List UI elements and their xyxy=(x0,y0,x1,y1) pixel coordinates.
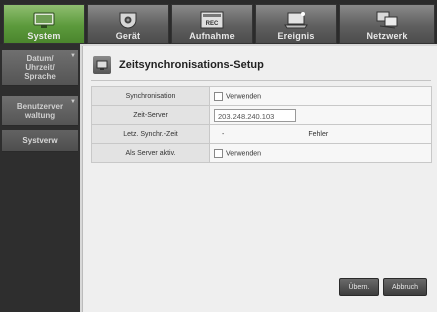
time-server-cell: 203.248.240.103 xyxy=(209,105,432,125)
row-label: Als Server aktiv. xyxy=(91,143,210,163)
sidebar-item-label: Benutzerver waltung xyxy=(16,101,64,120)
cancel-button[interactable]: Abbruch xyxy=(383,278,427,296)
server-active-checkbox-cell[interactable]: Verwenden xyxy=(209,143,432,163)
submenu-marker-icon: ▼ xyxy=(70,53,76,59)
settings-table: Synchronisation Verwenden Zeit-Server 20… xyxy=(91,86,432,163)
content-panel: Zeitsynchronisations-Setup Synchronisati… xyxy=(82,46,437,312)
sync-status-text: Fehler xyxy=(308,130,329,138)
tab-event[interactable]: Ereignis xyxy=(255,4,337,44)
checkbox-label: Verwenden xyxy=(226,92,262,100)
settings-panel-icon xyxy=(93,56,111,74)
sync-checkbox-cell[interactable]: Verwenden xyxy=(209,86,432,106)
table-row: Letz. Synchr.-Zeit - Fehler xyxy=(91,124,432,144)
last-sync-value: - xyxy=(222,130,225,138)
left-sidebar: ▼ Datum/ Uhrzeit/ Sprache ▼ Benutzerver … xyxy=(0,44,80,312)
tab-label: Gerät xyxy=(115,31,141,41)
last-sync-cell: - Fehler xyxy=(209,124,432,144)
table-row: Zeit-Server 203.248.240.103 xyxy=(91,105,432,125)
panel-header: Zeitsynchronisations-Setup xyxy=(93,56,264,74)
tab-label: Aufnahme xyxy=(189,31,235,41)
checkbox-label: Verwenden xyxy=(226,149,262,157)
laptop-icon xyxy=(283,10,309,30)
dvr-settings-window: System Gerät REC Aufnahme Ereignis Netzw… xyxy=(0,0,437,312)
monitor-icon xyxy=(31,10,57,30)
tab-network[interactable]: Netzwerk xyxy=(339,4,435,44)
sidebar-item-user-management[interactable]: ▼ Benutzerver waltung xyxy=(2,96,78,126)
server-active-checkbox[interactable] xyxy=(214,148,223,158)
tab-recording[interactable]: REC Aufnahme xyxy=(171,4,253,44)
network-icon xyxy=(374,10,400,30)
sidebar-item-date-time-language[interactable]: ▼ Datum/ Uhrzeit/ Sprache xyxy=(2,50,78,86)
header-divider xyxy=(91,80,431,81)
row-label: Letz. Synchr.-Zeit xyxy=(91,124,210,144)
row-label: Synchronisation xyxy=(91,86,210,106)
tab-label: Ereignis xyxy=(277,31,315,41)
camera-icon xyxy=(115,10,141,30)
top-tab-bar: System Gerät REC Aufnahme Ereignis Netzw… xyxy=(0,0,437,44)
svg-text:REC: REC xyxy=(206,21,219,27)
tab-label: Netzwerk xyxy=(366,31,408,41)
rec-icon: REC xyxy=(199,10,225,30)
tab-device[interactable]: Gerät xyxy=(87,4,169,44)
sidebar-item-system-management[interactable]: Systverw xyxy=(2,130,78,152)
sync-checkbox[interactable] xyxy=(214,91,223,101)
sidebar-item-label: Datum/ Uhrzeit/ Sprache xyxy=(24,54,56,81)
table-row: Synchronisation Verwenden xyxy=(91,86,432,106)
table-row: Als Server aktiv. Verwenden xyxy=(91,143,432,163)
tab-label: System xyxy=(27,31,61,41)
time-server-input[interactable]: 203.248.240.103 xyxy=(214,108,296,122)
apply-button[interactable]: Übern. xyxy=(339,278,379,296)
tab-system[interactable]: System xyxy=(3,4,85,44)
submenu-marker-icon: ▼ xyxy=(70,99,76,105)
sidebar-item-label: Systverw xyxy=(22,136,58,145)
row-label: Zeit-Server xyxy=(91,105,210,125)
page-title: Zeitsynchronisations-Setup xyxy=(119,59,264,71)
